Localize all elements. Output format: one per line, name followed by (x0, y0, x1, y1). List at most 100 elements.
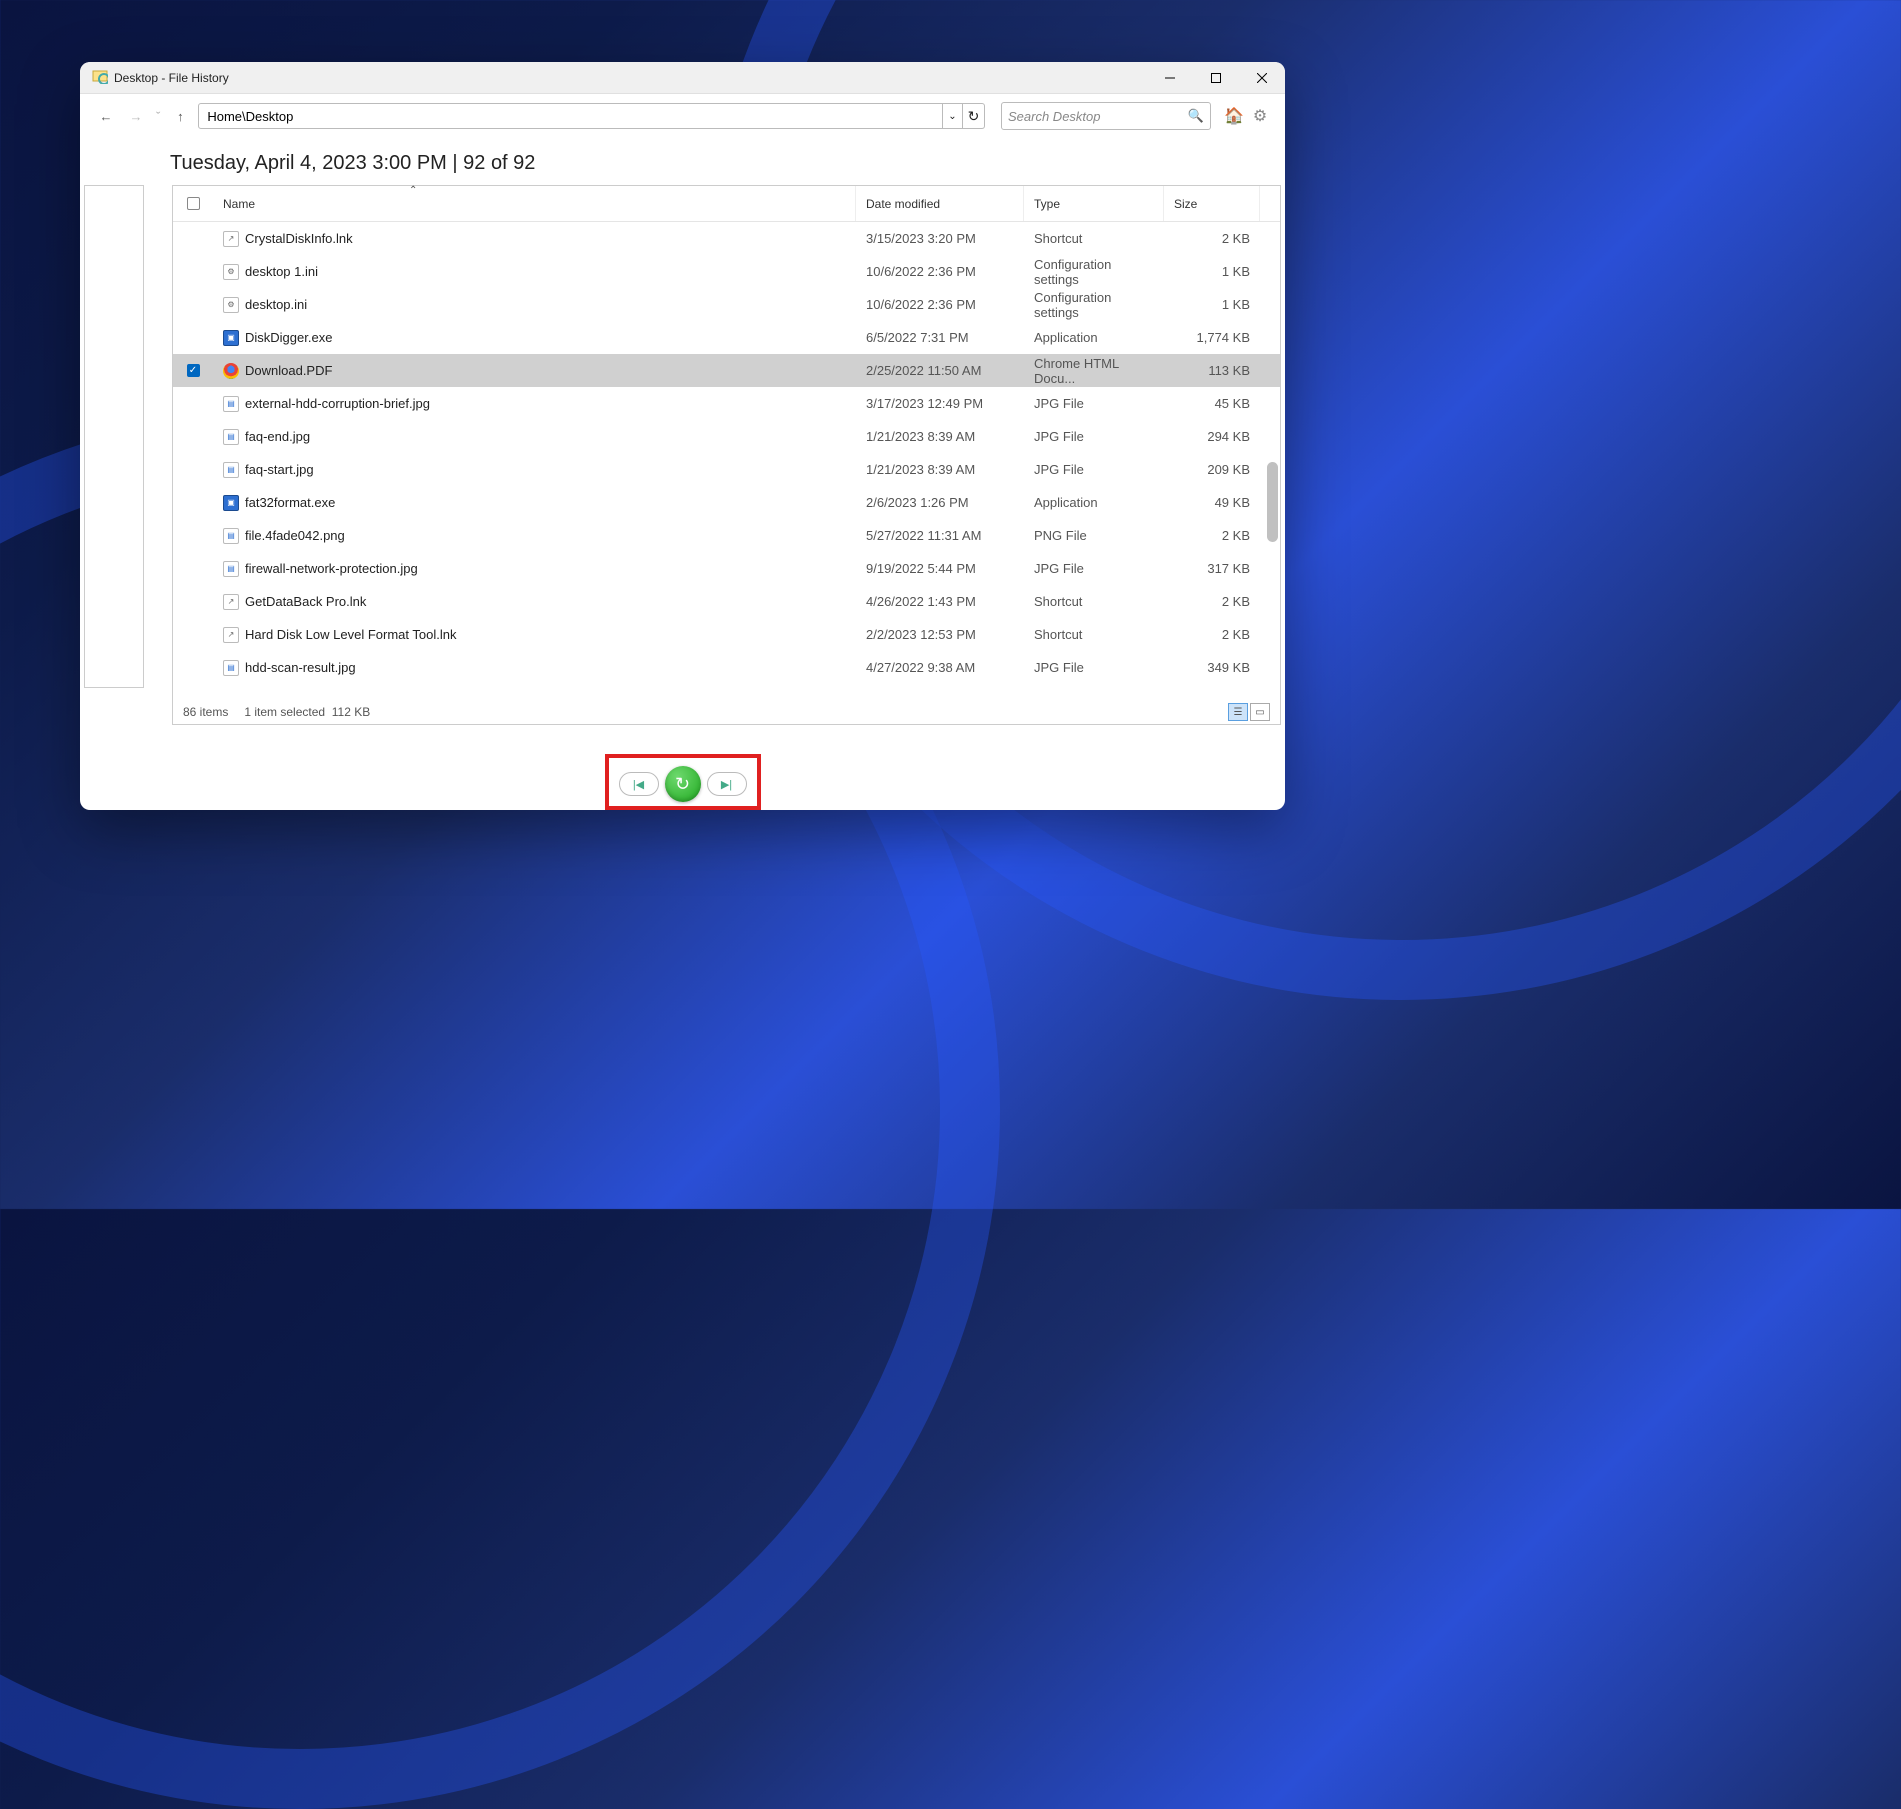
file-type: Configuration settings (1024, 257, 1164, 287)
table-row[interactable]: file.4fade042.png5/27/2022 11:31 AMPNG F… (173, 519, 1280, 552)
file-icon (223, 561, 239, 577)
file-date: 4/26/2022 1:43 PM (856, 594, 1024, 609)
table-row[interactable]: DiskDigger.exe 6/5/2022 7:31 PMApplicatio… (173, 321, 1280, 354)
table-row[interactable]: ✓Download.PDF2/25/2022 11:50 AMChrome HT… (173, 354, 1280, 387)
minimize-button[interactable] (1147, 62, 1193, 94)
file-date: 4/27/2022 9:38 AM (856, 660, 1024, 675)
table-row[interactable]: faq-end.jpg1/21/2023 8:39 AMJPG File294 … (173, 420, 1280, 453)
file-name: faq-end.jpg (245, 429, 310, 444)
file-date: 10/6/2022 2:36 PM (856, 264, 1024, 279)
view-details-button[interactable]: ☰ (1228, 703, 1248, 721)
column-header-date[interactable]: Date modified (856, 186, 1024, 221)
file-icon (223, 264, 239, 280)
close-button[interactable] (1239, 62, 1285, 94)
table-row[interactable]: external-hdd-corruption-brief.jpg3/17/20… (173, 387, 1280, 420)
file-name: file.4fade042.png (245, 528, 345, 543)
table-row[interactable]: desktop 1.ini 10/6/2022 2:36 PMConfigurat… (173, 255, 1280, 288)
row-checkbox[interactable]: ✓ (187, 364, 200, 377)
file-size: 2 KB (1164, 528, 1260, 543)
file-date: 3/15/2023 3:20 PM (856, 231, 1024, 246)
table-row[interactable]: hdd-scan-result.jpg 4/27/2022 9:38 AMJPG … (173, 651, 1280, 684)
next-version-button[interactable]: ▶| (707, 772, 747, 796)
file-type: JPG File (1024, 462, 1164, 477)
column-header-type[interactable]: Type (1024, 186, 1164, 221)
file-name: DiskDigger.exe (245, 330, 332, 345)
file-icon (223, 363, 239, 379)
search-icon[interactable]: 🔍 (1188, 108, 1204, 124)
file-date: 2/2/2023 12:53 PM (856, 627, 1024, 642)
file-date: 9/19/2022 5:44 PM (856, 561, 1024, 576)
status-selected-size: 112 KB (332, 705, 370, 719)
file-type: JPG File (1024, 660, 1164, 675)
select-all-checkbox[interactable] (187, 197, 200, 210)
file-size: 2 KB (1164, 594, 1260, 609)
column-header-size[interactable]: Size (1164, 186, 1260, 221)
file-type: Shortcut (1024, 627, 1164, 642)
file-size: 45 KB (1164, 396, 1260, 411)
file-size: 49 KB (1164, 495, 1260, 510)
file-name: desktop 1.ini (245, 264, 318, 279)
address-dropdown[interactable]: ⌄ (943, 103, 963, 129)
status-bar: 86 items 1 item selected 112 KB ☰ ▭ (173, 700, 1280, 724)
file-name: desktop.ini (245, 297, 307, 312)
file-type: Shortcut (1024, 231, 1164, 246)
table-row[interactable]: GetDataBack Pro.lnk 4/26/2022 1:43 PMShor… (173, 585, 1280, 618)
list-header: ⌃ Name Date modified Type Size (173, 186, 1280, 222)
file-name: GetDataBack Pro.lnk (245, 594, 366, 609)
settings-button[interactable]: ⚙ (1249, 105, 1271, 127)
home-button[interactable]: 🏠 (1223, 105, 1245, 127)
titlebar[interactable]: Desktop - File History (80, 62, 1285, 94)
status-selected-count: 1 item selected (244, 705, 325, 719)
forward-button[interactable]: → (124, 104, 148, 128)
file-history-window: Desktop - File History ← → ˇ ↑ ⌄ ↻ Searc… (80, 62, 1285, 810)
refresh-button[interactable]: ↻ (963, 103, 985, 129)
file-size: 317 KB (1164, 561, 1260, 576)
file-icon (223, 594, 239, 610)
file-name: hdd-scan-result.jpg (245, 660, 356, 675)
column-header-name[interactable]: Name (213, 186, 856, 221)
file-type: Application (1024, 495, 1164, 510)
file-date: 10/6/2022 2:36 PM (856, 297, 1024, 312)
search-placeholder: Search Desktop (1008, 109, 1101, 124)
up-button[interactable]: ↑ (168, 104, 192, 128)
file-size: 294 KB (1164, 429, 1260, 444)
file-type: Application (1024, 330, 1164, 345)
bottom-controls: |◀ ↻ ▶| (80, 758, 1285, 810)
file-type: Configuration settings (1024, 290, 1164, 320)
file-type: JPG File (1024, 561, 1164, 576)
file-name: faq-start.jpg (245, 462, 314, 477)
previous-version-button[interactable]: |◀ (619, 772, 659, 796)
restore-button[interactable]: ↻ (665, 766, 701, 802)
snapshot-heading: Tuesday, April 4, 2023 3:00 PM | 92 of 9… (80, 138, 1285, 185)
file-name: CrystalDiskInfo.lnk (245, 231, 353, 246)
file-type: JPG File (1024, 396, 1164, 411)
table-row[interactable]: desktop.ini 10/6/2022 2:36 PMConfiguratio… (173, 288, 1280, 321)
search-box[interactable]: Search Desktop 🔍 (1001, 102, 1211, 130)
status-item-count: 86 items (183, 705, 228, 719)
file-icon (223, 231, 239, 247)
file-name: Hard Disk Low Level Format Tool.lnk (245, 627, 456, 642)
file-date: 2/6/2023 1:26 PM (856, 495, 1024, 510)
table-row[interactable]: Hard Disk Low Level Format Tool.lnk 2/2/2… (173, 618, 1280, 651)
file-size: 2 KB (1164, 627, 1260, 642)
file-date: 2/25/2022 11:50 AM (856, 363, 1024, 378)
file-type: Shortcut (1024, 594, 1164, 609)
table-row[interactable]: firewall-network-protection.jpg 9/19/2022… (173, 552, 1280, 585)
file-size: 1 KB (1164, 264, 1260, 279)
scrollbar-thumb[interactable] (1267, 462, 1278, 542)
back-button[interactable]: ← (94, 104, 118, 128)
view-thumbnails-button[interactable]: ▭ (1250, 703, 1270, 721)
file-icon (223, 495, 239, 511)
table-row[interactable]: faq-start.jpg1/21/2023 8:39 AMJPG File20… (173, 453, 1280, 486)
address-bar[interactable] (198, 103, 943, 129)
file-size: 1 KB (1164, 297, 1260, 312)
maximize-button[interactable] (1193, 62, 1239, 94)
file-date: 5/27/2022 11:31 AM (856, 528, 1024, 543)
file-name: fat32format.exe (245, 495, 335, 510)
file-name: firewall-network-protection.jpg (245, 561, 418, 576)
sort-indicator-icon: ⌃ (409, 185, 417, 196)
table-row[interactable]: fat32format.exe 2/6/2023 1:26 PMApplicati… (173, 486, 1280, 519)
file-date: 6/5/2022 7:31 PM (856, 330, 1024, 345)
table-row[interactable]: CrystalDiskInfo.lnk 3/15/2023 3:20 PMShor… (173, 222, 1280, 255)
file-date: 3/17/2023 12:49 PM (856, 396, 1024, 411)
